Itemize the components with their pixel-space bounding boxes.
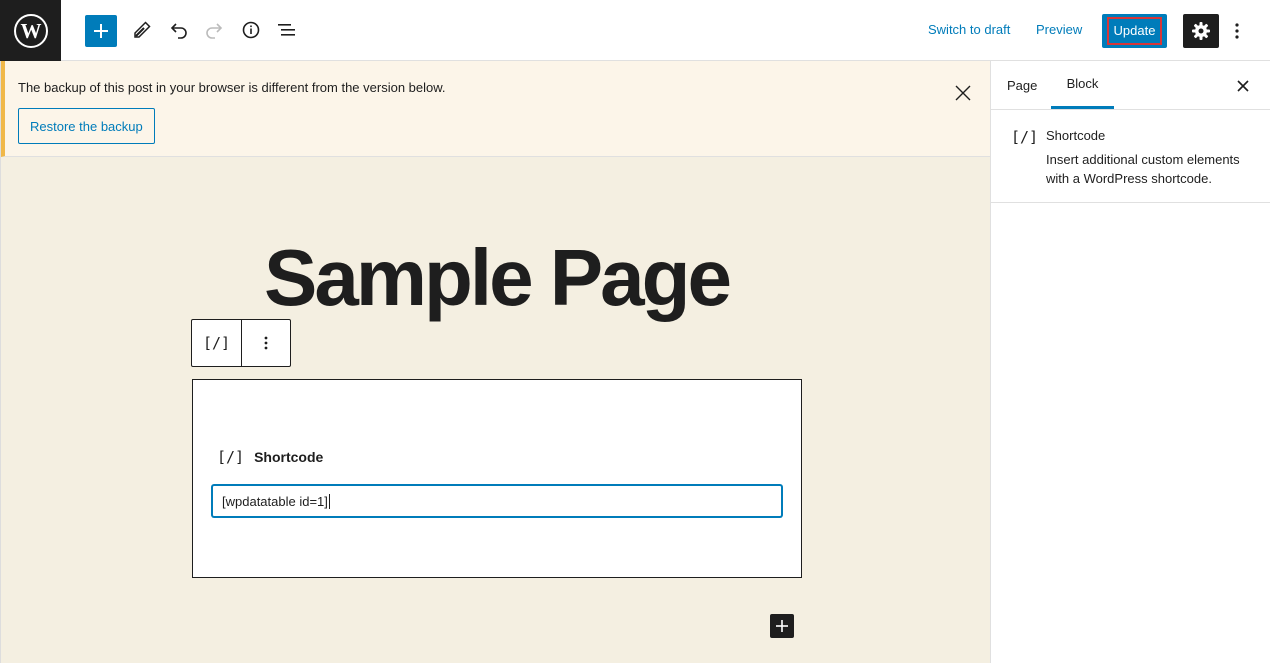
block-card: [/] Shortcode Insert additional custom e… xyxy=(991,110,1270,203)
close-icon xyxy=(1237,80,1249,92)
redo-button[interactable] xyxy=(198,14,230,46)
plus-icon xyxy=(94,24,108,38)
shortcode-block-label: [/] Shortcode xyxy=(217,448,323,466)
block-card-description: Insert additional custom elements with a… xyxy=(1046,152,1240,186)
shortcode-input[interactable]: [wpdatatable id=1] xyxy=(212,485,782,517)
redo-icon xyxy=(206,23,223,39)
update-button-label: Update xyxy=(1106,17,1163,45)
more-vertical-icon xyxy=(1235,23,1239,39)
wordpress-logo-icon[interactable]: W xyxy=(0,0,61,61)
settings-button[interactable] xyxy=(1183,14,1219,48)
editor-canvas: The backup of this post in your browser … xyxy=(0,61,991,663)
shortcode-block-title: Shortcode xyxy=(254,449,324,465)
list-view-icon xyxy=(278,24,295,36)
add-block-button[interactable] xyxy=(85,15,117,47)
tab-block[interactable]: Block xyxy=(1051,61,1114,109)
restore-backup-button[interactable]: Restore the backup xyxy=(18,108,155,144)
list-view-button[interactable] xyxy=(271,14,303,46)
pencil-icon xyxy=(134,21,151,38)
sidebar-tabs: Page Block xyxy=(991,61,1270,110)
more-vertical-icon xyxy=(264,336,268,350)
dismiss-notice-button[interactable] xyxy=(951,81,975,105)
block-type-button[interactable]: [/] xyxy=(192,320,241,366)
editor-header: W Switch to draft Preview Update xyxy=(0,0,1270,61)
details-button[interactable] xyxy=(235,14,267,46)
block-toolbar: [/] xyxy=(191,319,291,367)
gear-icon xyxy=(1192,22,1210,40)
text-caret xyxy=(328,493,330,509)
update-button[interactable]: Update xyxy=(1102,14,1167,48)
shortcode-input-value: [wpdatatable id=1] xyxy=(222,493,328,509)
block-options-button[interactable] xyxy=(240,320,290,366)
options-button[interactable] xyxy=(1226,14,1248,48)
shortcode-block[interactable]: [/] Shortcode [wpdatatable id=1] xyxy=(192,379,802,578)
block-inserter-button[interactable] xyxy=(770,614,794,638)
close-icon xyxy=(955,85,971,101)
notice-message: The backup of this post in your browser … xyxy=(18,80,446,95)
svg-text:W: W xyxy=(20,19,41,43)
info-icon xyxy=(242,21,260,39)
settings-sidebar: Page Block [/] Shortcode Insert addition… xyxy=(990,61,1270,663)
shortcode-icon: [/] xyxy=(202,334,231,352)
backup-notice: The backup of this post in your browser … xyxy=(1,61,991,157)
page-title[interactable]: Sample Page xyxy=(1,233,992,323)
undo-icon xyxy=(170,23,187,39)
tools-button[interactable] xyxy=(126,14,158,46)
preview-button[interactable]: Preview xyxy=(1036,22,1082,37)
close-sidebar-button[interactable] xyxy=(1231,74,1255,98)
plus-icon xyxy=(776,620,788,632)
shortcode-icon: [/] xyxy=(217,448,245,466)
switch-to-draft-button[interactable]: Switch to draft xyxy=(928,22,1010,37)
shortcode-icon: [/] xyxy=(1011,128,1039,146)
tab-page[interactable]: Page xyxy=(1007,61,1037,109)
undo-button[interactable] xyxy=(163,14,195,46)
block-card-title: Shortcode xyxy=(1046,128,1106,143)
